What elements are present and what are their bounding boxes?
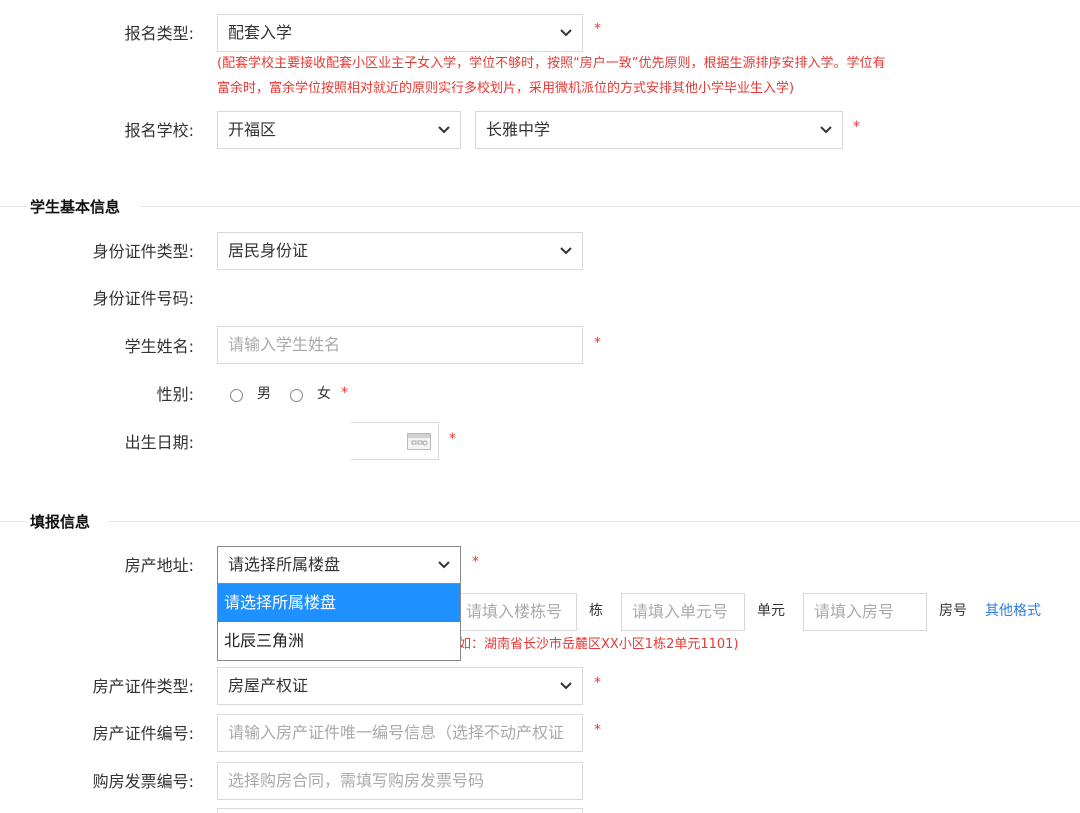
gender-female-label: 女 [317, 386, 331, 402]
required-mark: * [594, 335, 601, 351]
room-text: 房号 [939, 603, 967, 619]
property-value: 请选择所属楼盘 [228, 555, 341, 574]
chevron-down-icon [438, 547, 452, 583]
section-title-student: 学生基本信息 [30, 198, 121, 216]
chevron-down-icon [560, 668, 574, 704]
registration-type-note-line2: 富余时，富余学位按照相对就近的原则实行多校划片，采用微机派位的方式安排其他小学毕… [217, 81, 795, 96]
property-dropdown-list: 请选择所属楼盘 北辰三角洲 [217, 583, 461, 661]
chevron-down-icon [560, 15, 574, 51]
unit-input[interactable]: 请填入单元号 [621, 593, 745, 631]
required-mark: * [853, 119, 860, 135]
id-type-value: 居民身份证 [228, 241, 309, 260]
building-unit-text: 栋 [589, 603, 603, 619]
birthdate-input[interactable] [351, 422, 439, 460]
registration-type-value: 配套入学 [228, 23, 293, 42]
school-value: 长雅中学 [486, 120, 551, 139]
registration-type-select[interactable]: 配套入学 [217, 14, 583, 52]
id-type-label: 身份证件类型: [92, 242, 194, 261]
invoice-label: 购房发票编号: [92, 772, 194, 791]
required-mark: * [594, 722, 601, 738]
room-placeholder: 请填入房号 [814, 602, 895, 621]
school-select[interactable]: 长雅中学 [475, 111, 843, 149]
cert-number-placeholder: 请输入房产证件唯一编号信息（选择不动产权证 [228, 723, 565, 742]
required-mark: * [594, 675, 601, 691]
required-mark: * [472, 554, 479, 570]
property-select[interactable]: 请选择所属楼盘 [217, 546, 461, 584]
registration-type-label: 报名类型: [124, 24, 194, 43]
cert-number-label: 房产证件编号: [92, 724, 194, 743]
other-format-link[interactable]: 其他格式 [985, 601, 1041, 621]
section-divider [108, 521, 1080, 522]
section-divider [0, 521, 26, 522]
student-name-label: 学生姓名: [124, 337, 194, 356]
dropdown-option[interactable]: 北辰三角洲 [218, 622, 460, 660]
invoice-placeholder: 选择购房合同，需填写购房发票号码 [228, 771, 485, 790]
chevron-down-icon [820, 112, 834, 148]
id-number-label: 身份证件号码: [92, 289, 194, 308]
section-divider [0, 206, 26, 207]
next-field-edge [217, 808, 583, 813]
birthdate-label: 出生日期: [124, 433, 194, 452]
district-value: 开福区 [228, 120, 277, 139]
building-placeholder: 请填入楼栋号 [466, 602, 563, 621]
property-address-label: 房产地址: [124, 556, 194, 575]
gender-female-radio[interactable] [290, 389, 303, 402]
gender-male-radio[interactable] [230, 389, 243, 402]
registration-school-label: 报名学校: [124, 121, 194, 140]
required-mark: * [449, 431, 456, 447]
required-mark: * [341, 385, 348, 401]
chevron-down-icon [438, 112, 452, 148]
registration-type-note-line1: (配套学校主要接收配套小区业主子女入学，学位不够时，按照“房户一致”优先原则，根… [217, 56, 886, 71]
student-name-placeholder: 请输入学生姓名 [228, 335, 341, 354]
building-input[interactable]: 请填入楼栋号 [455, 593, 577, 631]
gender-male-label: 男 [257, 386, 271, 402]
section-divider [140, 206, 1080, 207]
id-type-select[interactable]: 居民身份证 [217, 232, 583, 270]
required-mark: * [594, 21, 601, 37]
calendar-icon[interactable] [407, 433, 431, 450]
cert-number-input[interactable]: 请输入房产证件唯一编号信息（选择不动产权证 [217, 714, 583, 752]
dropdown-option[interactable]: 请选择所属楼盘 [218, 584, 460, 622]
cert-type-value: 房屋产权证 [228, 676, 309, 695]
unit-placeholder: 请填入单元号 [632, 602, 729, 621]
room-input[interactable]: 请填入房号 [803, 593, 927, 631]
address-example-note: 如：湖南省长沙市岳麓区XX小区1栋2单元1101) [458, 637, 739, 652]
district-select[interactable]: 开福区 [217, 111, 461, 149]
unit-text: 单元 [757, 603, 785, 619]
student-name-input[interactable]: 请输入学生姓名 [217, 326, 583, 364]
cert-type-label: 房产证件类型: [92, 677, 194, 696]
invoice-input[interactable]: 选择购房合同，需填写购房发票号码 [217, 762, 583, 800]
cert-type-select[interactable]: 房屋产权证 [217, 667, 583, 705]
section-title-filing: 填报信息 [30, 513, 91, 531]
chevron-down-icon [560, 233, 574, 269]
gender-label: 性别: [156, 385, 194, 404]
